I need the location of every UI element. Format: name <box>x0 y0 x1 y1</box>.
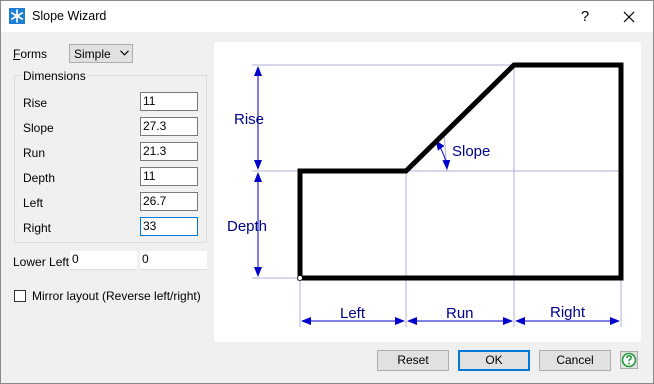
rise-input[interactable]: 11 <box>140 92 198 111</box>
app-snowflake-icon <box>9 8 25 24</box>
forms-select[interactable]: Simple <box>69 44 133 63</box>
right-label: Right <box>23 221 52 235</box>
right-input[interactable]: 33 <box>140 217 198 236</box>
slope-diagram: Rise Slope Depth Left Run Right <box>227 62 624 327</box>
left-diagram-label: Left <box>340 305 366 322</box>
slope-input[interactable]: 27.3 <box>140 117 198 136</box>
cancel-button[interactable]: Cancel <box>539 350 611 371</box>
run-label: Run <box>23 146 46 160</box>
ok-button[interactable]: OK <box>458 350 530 371</box>
left-input[interactable]: 26.7 <box>140 192 198 211</box>
title-bar: Slope Wizard ? <box>1 1 653 32</box>
depth-input[interactable]: 11 <box>140 167 198 186</box>
lower-left-x-input[interactable]: 0 <box>70 251 137 270</box>
close-icon[interactable] <box>611 3 647 31</box>
slope-label: Slope <box>23 121 54 135</box>
slope-wizard-window: Slope Wizard ? Forms Simple Dimensions R… <box>0 0 654 384</box>
forms-label-text: orms <box>20 47 48 61</box>
depth-label: Depth <box>23 171 56 185</box>
reset-button[interactable]: Reset <box>377 350 449 371</box>
guide-lines <box>252 64 622 327</box>
window-title: Slope Wizard <box>32 9 107 23</box>
mirror-label[interactable]: Mirror layout (Reverse left/right) <box>32 289 201 303</box>
title-help-button[interactable]: ? <box>569 3 601 31</box>
rise-diagram-label: Rise <box>234 111 264 128</box>
forms-select-value: Simple <box>74 47 111 61</box>
lower-left-origin-marker <box>297 275 303 281</box>
slope-diagram-label: Slope <box>452 143 490 160</box>
forms-label: Forms <box>13 47 47 61</box>
lower-left-label: Lower Left <box>13 255 70 269</box>
dimensions-title: Dimensions <box>21 69 88 83</box>
depth-diagram-label: Depth <box>227 218 267 235</box>
run-diagram-label: Run <box>446 305 474 322</box>
mirror-checkbox[interactable] <box>14 290 26 302</box>
help-circle-icon[interactable] <box>620 351 638 369</box>
lower-left-y-input[interactable]: 0 <box>140 251 207 270</box>
right-diagram-label: Right <box>550 304 586 321</box>
run-input[interactable]: 21.3 <box>140 142 198 161</box>
chevron-down-icon <box>120 50 129 56</box>
left-label: Left <box>23 196 44 210</box>
diagram-canvas: Rise Slope Depth Left Run Right <box>214 42 641 342</box>
dimension-arrows <box>254 66 620 325</box>
rise-label: Rise <box>23 96 48 110</box>
